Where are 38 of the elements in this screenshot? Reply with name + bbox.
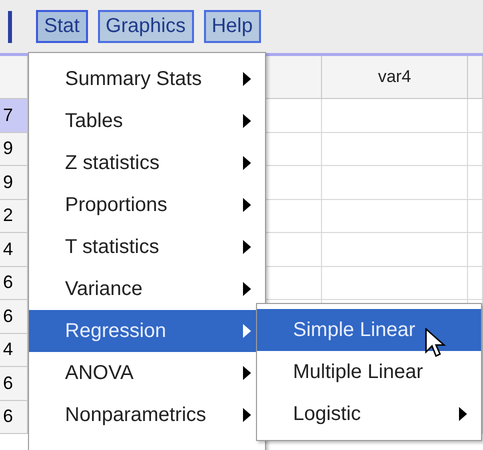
table-cell (468, 233, 483, 266)
row-number: 9 (0, 132, 28, 166)
menu-button[interactable]: Stat (36, 10, 88, 43)
mouse-cursor-icon (425, 328, 447, 360)
submenu-arrow-icon (243, 72, 251, 86)
menu-item[interactable]: Variance (29, 268, 265, 310)
row-number: 4 (0, 233, 28, 266)
row-number: 6 (0, 300, 28, 334)
table-cell (468, 200, 483, 233)
row-number: 4 (0, 334, 28, 367)
row-number: 6 (0, 367, 28, 400)
menu-button-edge (8, 10, 12, 42)
submenu-arrow-icon (243, 198, 251, 212)
submenu-arrow-icon (243, 156, 251, 170)
row-number: 2 (0, 200, 28, 233)
menu-item[interactable]: Simple Linear (257, 309, 481, 351)
row-number: 7 (0, 99, 28, 132)
submenu-arrow-icon (243, 282, 251, 296)
column-header: var4 (322, 56, 468, 99)
row-number: 6 (0, 400, 28, 434)
menu-button[interactable]: Help (204, 10, 261, 43)
table-cell (468, 166, 483, 200)
submenu-arrow-icon (243, 324, 251, 338)
menu-item[interactable]: Summary Stats (29, 58, 265, 100)
table-cell (468, 132, 483, 166)
row-number: 9 (0, 166, 28, 200)
submenu-arrow-icon (243, 240, 251, 254)
row-number: 6 (0, 266, 28, 300)
submenu-arrow-icon (243, 366, 251, 380)
menu-button[interactable]: Graphics (98, 10, 194, 43)
menu-item[interactable]: Z statistics (29, 142, 265, 184)
submenu-arrow-icon (243, 114, 251, 128)
menu-item[interactable]: T statistics (29, 226, 265, 268)
menu-item[interactable]: Proportions (29, 184, 265, 226)
table-cell (468, 99, 483, 132)
submenu-arrow-icon (243, 408, 251, 422)
submenu-arrow-icon (459, 407, 467, 421)
menu-item[interactable]: Tables (29, 100, 265, 142)
